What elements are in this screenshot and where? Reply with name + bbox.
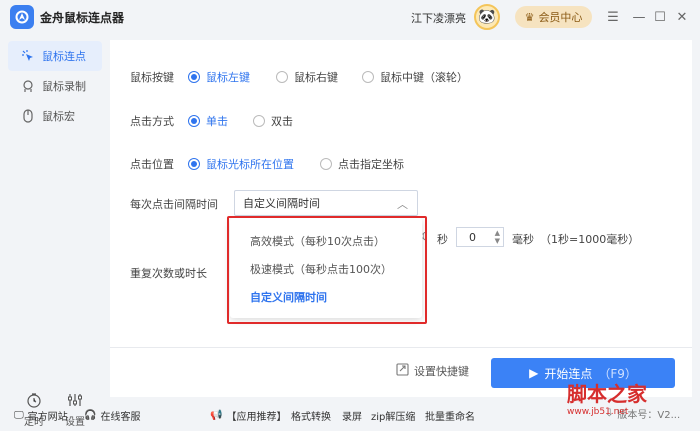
start-hotkey: （F9） bbox=[598, 366, 637, 381]
avatar[interactable]: 🐼 bbox=[474, 4, 500, 30]
support-label: 在线客服 bbox=[100, 412, 141, 423]
radio-label: 点击指定坐标 bbox=[338, 158, 404, 171]
interval-hint: （1秒=1000毫秒） bbox=[540, 233, 640, 246]
radio-label: 双击 bbox=[271, 115, 293, 128]
play-icon: ▶ bbox=[529, 366, 539, 380]
minimize-icon[interactable]: — bbox=[630, 8, 648, 26]
crown-icon: ♛ bbox=[524, 10, 535, 24]
radio-dot bbox=[188, 158, 200, 170]
highlight-annotation-box bbox=[227, 216, 427, 324]
interval-label: 每次点击间隔时间 bbox=[130, 198, 218, 211]
sidebar-item-mouse-macro[interactable]: 鼠标宏 bbox=[8, 101, 102, 131]
app-link-zip[interactable]: zip解压缩 bbox=[371, 408, 415, 423]
website-link[interactable]: 🖵 官方网站 bbox=[14, 408, 68, 423]
sidebar-item-mouse-record[interactable]: 鼠标录制 bbox=[8, 71, 102, 101]
radio-dot bbox=[320, 158, 332, 170]
vip-center-button[interactable]: ♛ 会员中心 bbox=[515, 6, 592, 28]
recommend-text: 【应用推荐】 bbox=[226, 412, 287, 423]
click-icon bbox=[20, 48, 36, 64]
menu-icon[interactable]: ☰ bbox=[604, 8, 622, 26]
mouse-icon bbox=[20, 108, 36, 124]
radio-dot bbox=[253, 115, 265, 127]
radio-right-button[interactable]: 鼠标右键 bbox=[276, 69, 338, 85]
chevron-up-icon: ︿ bbox=[397, 198, 408, 211]
app-link-rename[interactable]: 批量重命名 bbox=[425, 408, 475, 423]
app-logo-icon bbox=[10, 5, 34, 29]
radio-specified-coords[interactable]: 点击指定坐标 bbox=[320, 156, 404, 172]
mouse-button-label: 鼠标按键 bbox=[130, 71, 174, 84]
radio-label: 鼠标左键 bbox=[206, 71, 250, 84]
radio-dot bbox=[188, 115, 200, 127]
recommend-label: 📢 【应用推荐】 bbox=[210, 408, 286, 423]
divider bbox=[110, 347, 692, 348]
sidebar-item-label: 鼠标连点 bbox=[42, 50, 86, 63]
sidebar-item-label: 鼠标宏 bbox=[42, 110, 75, 123]
radio-dot bbox=[362, 71, 374, 83]
repeat-label: 重复次数或时长 bbox=[130, 267, 207, 280]
maximize-icon[interactable]: ☐ bbox=[651, 8, 669, 26]
site-watermark: 脚本之家 www.jb51.net bbox=[567, 382, 700, 431]
sidebar: 鼠标连点 鼠标录制 鼠标宏 定时 设置 bbox=[0, 36, 110, 428]
website-label: 官方网站 bbox=[27, 412, 68, 423]
click-mode-label: 点击方式 bbox=[130, 115, 174, 128]
click-position-label: 点击位置 bbox=[130, 158, 174, 171]
app-link-format[interactable]: 格式转换 bbox=[291, 408, 331, 423]
stepper-icon[interactable]: ▲ ▼ bbox=[495, 229, 500, 245]
sidebar-item-auto-click[interactable]: 鼠标连点 bbox=[8, 41, 102, 71]
support-link[interactable]: 🎧 在线客服 bbox=[84, 408, 140, 423]
radio-double-click[interactable]: 双击 bbox=[253, 113, 293, 129]
radio-label: 鼠标中键（滚轮） bbox=[380, 71, 468, 84]
seconds-unit: 秒 bbox=[437, 233, 448, 246]
radio-left-button[interactable]: 鼠标左键 bbox=[188, 69, 250, 85]
title-bar: 金舟鼠标连点器 江下凌漂亮 🐼 ♛ 会员中心 ☰ — ☐ ✕ bbox=[0, 0, 700, 36]
radio-cursor-position[interactable]: 鼠标光标所在位置 bbox=[188, 156, 294, 172]
megaphone-icon: 📢 bbox=[210, 410, 223, 421]
app-title: 金舟鼠标连点器 bbox=[40, 11, 125, 25]
record-icon bbox=[20, 78, 36, 94]
main-panel: 鼠标按键 鼠标左键 鼠标右键 鼠标中键（滚轮） 点击方式 单击 双击 点击位置 … bbox=[110, 40, 692, 397]
sidebar-item-label: 鼠标录制 bbox=[42, 80, 86, 93]
shortcut-icon bbox=[396, 363, 409, 379]
headset-icon: 🎧 bbox=[84, 410, 97, 421]
radio-single-click[interactable]: 单击 bbox=[188, 113, 228, 129]
milliseconds-value: 0 bbox=[469, 230, 476, 244]
radio-dot bbox=[188, 71, 200, 83]
radio-label: 单击 bbox=[206, 115, 228, 128]
radio-middle-button[interactable]: 鼠标中键（滚轮） bbox=[362, 69, 468, 85]
vip-center-label: 会员中心 bbox=[538, 11, 583, 24]
radio-dot bbox=[276, 71, 288, 83]
monitor-icon: 🖵 bbox=[14, 410, 24, 421]
watermark-url: www.jb51.net bbox=[567, 407, 629, 417]
milliseconds-unit: 毫秒 bbox=[512, 233, 534, 246]
username[interactable]: 江下凌漂亮 bbox=[411, 10, 466, 26]
interval-select-value: 自定义间隔时间 bbox=[243, 197, 320, 210]
watermark-text: 脚本之家 bbox=[567, 382, 647, 406]
app-link-record[interactable]: 录屏 bbox=[342, 408, 362, 423]
start-label: 开始连点 bbox=[544, 366, 593, 381]
radio-label: 鼠标右键 bbox=[294, 71, 338, 84]
radio-label: 鼠标光标所在位置 bbox=[206, 158, 294, 171]
close-icon[interactable]: ✕ bbox=[673, 8, 691, 26]
milliseconds-input[interactable]: 0 ▲ ▼ bbox=[456, 227, 504, 247]
shortcut-label: 设置快捷键 bbox=[414, 365, 469, 378]
interval-select[interactable]: 自定义间隔时间 ︿ bbox=[234, 190, 418, 216]
set-shortcut-button[interactable]: 设置快捷键 bbox=[396, 363, 469, 379]
